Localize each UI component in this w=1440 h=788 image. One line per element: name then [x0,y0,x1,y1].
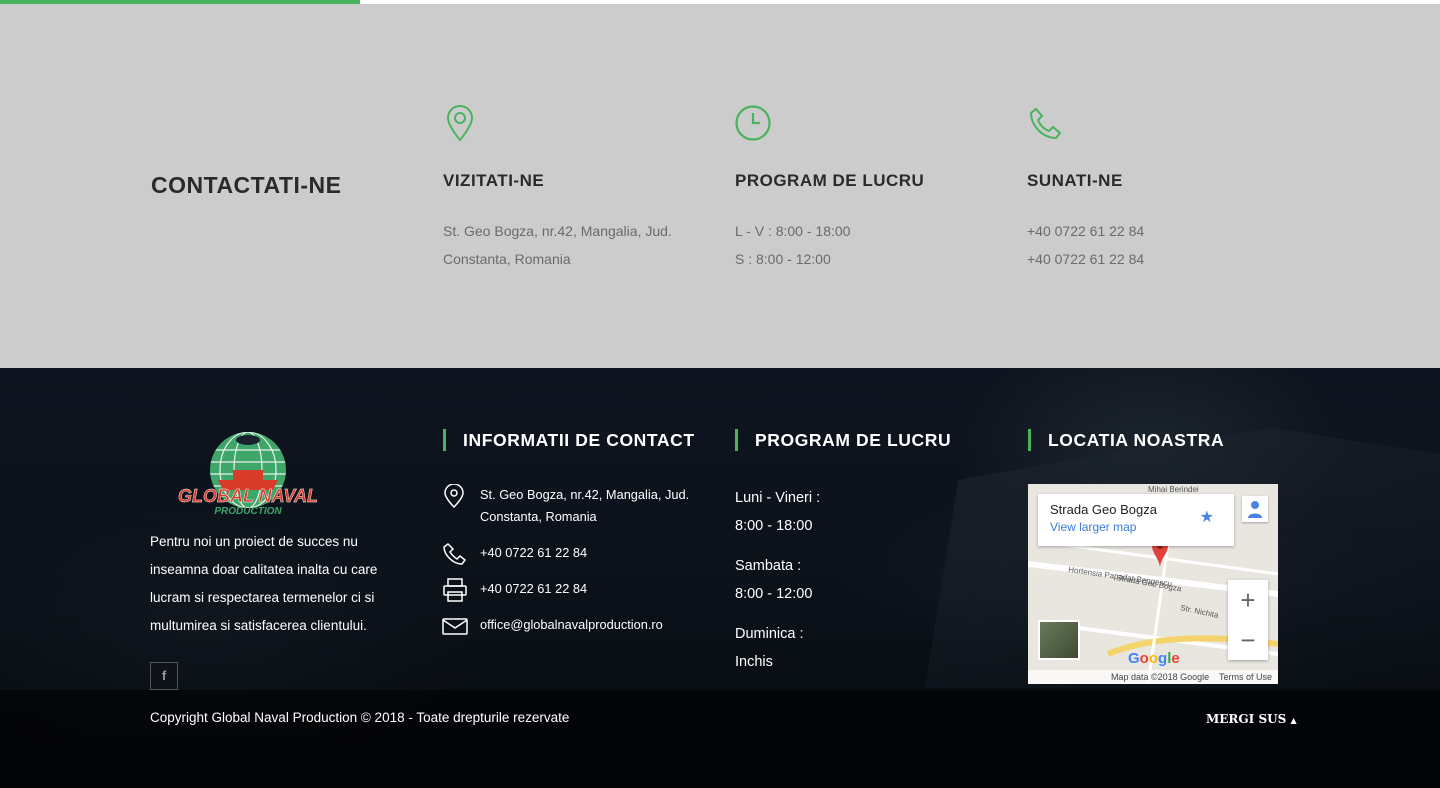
contact-heading: CONTACTATI-NE [151,172,342,198]
weekdays-label: Luni - Vineri : [735,490,821,506]
sunday-value: Inchis [735,654,773,670]
contact-hours: PROGRAM DE LUCRU L - V : 8:00 - 18:00 S … [735,104,1015,273]
about-text: Pentru noi un proiect de succes nu insea… [150,534,378,633]
contact-call-line-1[interactable]: +40 0722 61 22 84 [1027,217,1307,245]
info-phone-text[interactable]: +40 0722 61 22 84 [480,545,587,560]
map-pin-icon [444,484,464,508]
street-view-icon[interactable] [1242,496,1268,522]
printer-icon [443,578,467,602]
envelope-icon [442,618,468,635]
phone-icon [1029,107,1062,140]
info-fax: +40 0722 61 22 84 [442,578,732,602]
info-email-text[interactable]: office@globalnavalproduction.ro [480,617,663,632]
back-to-top-link[interactable]: MERGI SUS ▲ [1206,712,1297,726]
clock-icon [735,105,771,141]
info-phone[interactable]: +40 0722 61 22 84 [442,542,732,565]
contact-hours-line-1: L - V : 8:00 - 18:00 [735,223,851,239]
google-logo: Google [1128,650,1180,667]
contact-section: CONTACTATI-NE VIZITATI-NE St. Geo Bogza,… [0,4,1440,368]
contact-call-line-2[interactable]: +40 0722 61 22 84 [1027,245,1307,273]
phone-icon [443,543,467,565]
map-terms-link[interactable]: Terms of Use [1219,672,1272,682]
working-hours-list: Luni - Vineri : 8:00 - 18:00 Sambata : 8… [735,484,935,688]
company-logo[interactable]: GLOBAL NAVAL PRODUCTION [163,430,333,518]
contact-hours-title: PROGRAM DE LUCRU [735,171,925,190]
logo-name: GLOBAL NAVAL [178,486,318,506]
footer-bottom-bar [0,690,1440,788]
map-zoom-controls: + − [1228,580,1268,660]
saturday-label: Sambata : [735,558,802,574]
street-label-1: Mihai Berindei [1148,485,1199,494]
location-map[interactable]: Mihai Berindei Hortensia Papadat-Bengesc… [1028,484,1278,684]
map-info-card: Strada Geo Bogza View larger map ★ [1038,494,1234,546]
star-icon[interactable]: ★ [1200,507,1214,527]
working-hours-title: PROGRAM DE LUCRU [735,428,951,452]
contact-visit: VIZITATI-NE St. Geo Bogza, nr.42, Mangal… [443,104,723,273]
map-place-name: Strada Geo Bogza [1050,502,1157,517]
view-larger-map-link[interactable]: View larger map [1050,520,1222,534]
sunday-label: Duminica : [735,626,804,642]
saturday-value: 8:00 - 12:00 [735,586,813,602]
contact-visit-title: VIZITATI-NE [443,171,545,190]
contact-info-list: St. Geo Bogza, nr.42, Mangalia, Jud. Con… [442,484,732,650]
weekdays-value: 8:00 - 18:00 [735,518,813,534]
logo-sub: PRODUCTION [214,506,282,517]
street-label-4: Str. Nichita [1180,603,1220,620]
info-fax-text: +40 0722 61 22 84 [480,581,588,596]
map-footer: Map data ©2018 Google Terms of Use [1028,670,1278,684]
site-footer: GLOBAL NAVAL PRODUCTION Pentru noi un pr… [0,368,1440,788]
contact-call-title: SUNATI-NE [1027,171,1123,190]
location-title: LOCATIA NOASTRA [1028,428,1224,452]
contact-info-title: INFORMATII DE CONTACT [443,428,695,452]
map-data-credit: Map data ©2018 Google [1110,672,1210,682]
caret-up-icon: ▲ [1290,715,1297,725]
facebook-button[interactable]: f [150,662,178,690]
map-pin-icon [446,105,474,142]
zoom-out-button[interactable]: − [1228,620,1268,660]
back-to-top-label: MERGI SUS [1206,712,1287,726]
contact-visit-line-2: Constanta, Romania [443,251,571,267]
contact-call: SUNATI-NE +40 0722 61 22 84 +40 0722 61 … [1027,104,1307,273]
satellite-toggle[interactable] [1038,620,1080,660]
info-email[interactable]: office@globalnavalproduction.ro [442,614,732,636]
copyright-text: Copyright Global Naval Production © 2018… [150,710,570,725]
info-address-text: St. Geo Bogza, nr.42, Mangalia, Jud. Con… [480,487,690,524]
info-address: St. Geo Bogza, nr.42, Mangalia, Jud. Con… [442,484,732,528]
contact-hours-line-2: S : 8:00 - 12:00 [735,251,831,267]
zoom-in-button[interactable]: + [1228,580,1268,620]
contact-visit-line-1: St. Geo Bogza, nr.42, Mangalia, Jud. [443,223,672,239]
